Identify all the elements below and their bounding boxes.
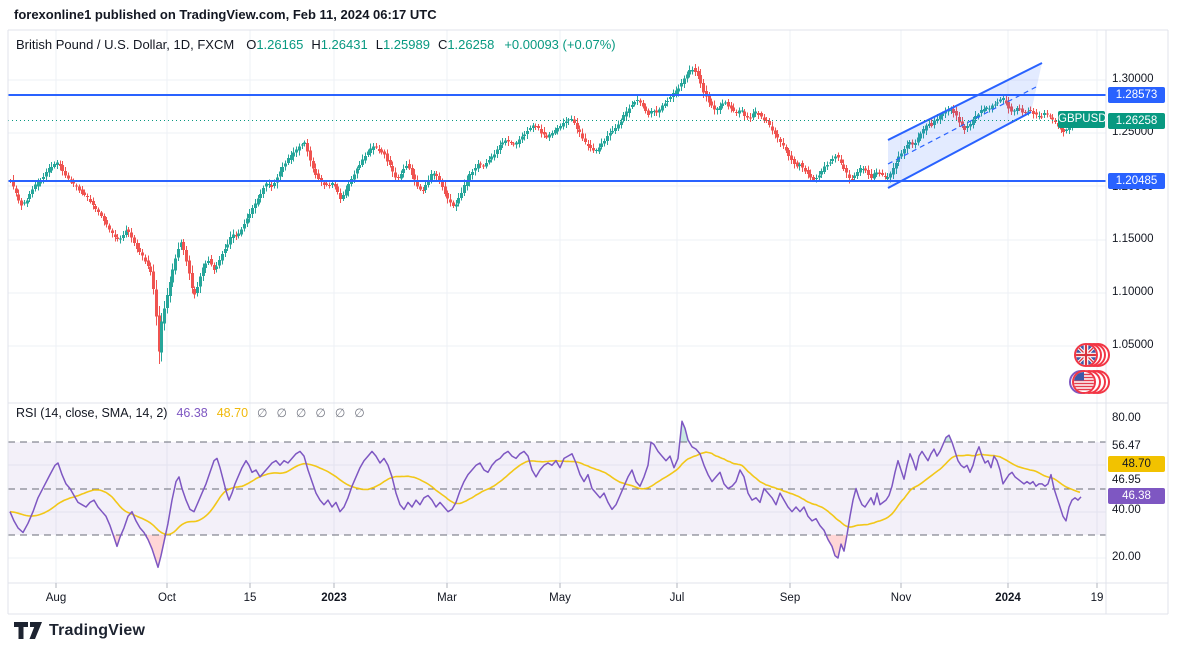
time-axis-tick[interactable]: Nov — [871, 592, 931, 604]
rsi-axis-tick: 56.47 — [1112, 440, 1141, 452]
rsi-empty-values: ∅ ∅ ∅ ∅ ∅ ∅ — [248, 406, 365, 420]
us-flag-icon — [1069, 370, 1110, 394]
rsi-empty-symbol: ∅ — [315, 406, 326, 420]
rsi-axis-tick: 46.95 — [1112, 474, 1141, 486]
symbol-title: British Pound / U.S. Dollar, 1D, FXCM — [16, 37, 235, 52]
tradingview-logo-icon — [14, 622, 42, 639]
time-axis-tick[interactable]: 15 — [220, 592, 280, 604]
rsi-legend[interactable]: RSI (14, close, SMA, 14, 2) 46.38 48.70 … — [16, 406, 365, 420]
price-level-label: 1.28573 — [1108, 87, 1165, 103]
change-value: +0.00093 (+0.07%) — [504, 37, 616, 52]
rsi-last-value: 46.38 — [176, 406, 208, 420]
chart-canvas[interactable] — [0, 0, 1177, 650]
time-axis-tick[interactable]: 2023 — [304, 592, 364, 604]
price-axis-tick: 1.10000 — [1112, 286, 1154, 298]
time-axis-tick[interactable]: 2024 — [978, 592, 1038, 604]
rsi-empty-symbol: ∅ — [354, 406, 365, 420]
price-axis-tick: 1.30000 — [1112, 73, 1154, 85]
rsi-empty-symbol: ∅ — [295, 406, 307, 420]
rsi-axis-tick: 40.00 — [1112, 504, 1141, 516]
time-axis-tick[interactable]: Oct — [137, 592, 197, 604]
price-axis-tick: 1.15000 — [1112, 233, 1154, 245]
tradingview-snapshot: forexonline1 published on TradingView.co… — [0, 0, 1177, 650]
ohlc-h: H1.26431 — [311, 37, 368, 52]
rsi-title: RSI (14, close, SMA, 14, 2) — [16, 406, 168, 420]
time-axis-tick[interactable]: Jul — [647, 592, 707, 604]
candlestick-series — [9, 63, 1082, 365]
rsi-ma-value-label: 48.70 — [1108, 456, 1165, 472]
time-axis-ticks — [55, 583, 1098, 588]
tradingview-logo-text: TradingView — [49, 622, 146, 639]
uk-flag-icon — [1074, 343, 1110, 367]
rsi-empty-symbol: ∅ — [257, 406, 268, 420]
ohlc-c: C1.26258 — [437, 37, 495, 52]
rsi-ma-last-value: 48.70 — [216, 406, 249, 420]
last-price-label: 1.26258 — [1108, 113, 1165, 129]
rsi-empty-symbol: ∅ — [334, 406, 346, 420]
ohlc-o: O1.26165 — [246, 37, 304, 52]
tradingview-logo[interactable]: TradingView — [14, 622, 145, 640]
rsi-value-label: 46.38 — [1108, 488, 1165, 504]
trend-channel — [887, 62, 1043, 189]
rsi-axis-tick: 80.00 — [1112, 412, 1141, 424]
flag-icons — [1069, 343, 1110, 394]
time-axis-tick[interactable]: Mar — [417, 592, 477, 604]
rsi-band — [8, 442, 1106, 535]
time-axis-tick[interactable]: Sep — [760, 592, 820, 604]
time-axis-tick[interactable]: Aug — [26, 592, 86, 604]
time-axis-tick[interactable]: 19 — [1067, 592, 1127, 604]
time-axis-tick[interactable]: May — [530, 592, 590, 604]
price-level-label: 1.20485 — [1108, 173, 1165, 189]
ohlc-l: L1.25989 — [375, 37, 430, 52]
ohlc-values: O1.26165 H1.26431 L1.25989 C1.26258 — [246, 37, 502, 52]
price-axis-tick: 1.05000 — [1112, 339, 1154, 351]
symbol-price-flag: GBPUSD — [1058, 111, 1107, 129]
symbol-legend[interactable]: British Pound / U.S. Dollar, 1D, FXCM O1… — [16, 37, 616, 52]
rsi-empty-symbol: ∅ — [276, 406, 287, 420]
rsi-axis-tick: 20.00 — [1112, 551, 1141, 563]
